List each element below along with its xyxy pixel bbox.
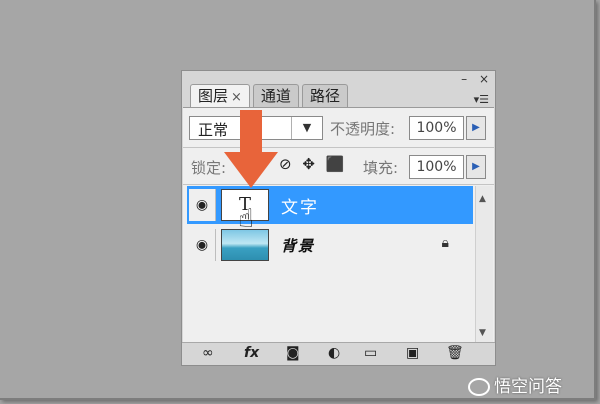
opacity-input[interactable]: 100% <box>409 116 464 140</box>
opacity-slider-button[interactable]: ▶ <box>466 116 486 140</box>
folder-icon[interactable]: ▭ <box>364 345 377 361</box>
link-icon[interactable]: ∞ <box>202 345 214 361</box>
lock-icons: ⊘ ✥ ⬛ <box>279 155 350 173</box>
watermark-text: 悟空问答 <box>494 377 562 397</box>
fill-input[interactable]: 100% <box>409 155 464 179</box>
watermark: 悟空问答 <box>468 372 562 397</box>
panel-content: 正常 ▼ 不透明度: 100% ▶ 锁定: ⊘ ✥ ⬛ 填充: 100% ▶ ◉… <box>183 107 494 365</box>
divider <box>183 147 494 148</box>
opacity-label: 不透明度: <box>330 120 396 138</box>
tab-paths[interactable]: 路径 <box>301 84 348 107</box>
blend-mode-value: 正常 <box>198 121 229 139</box>
layer-name[interactable]: 文字 <box>281 193 319 218</box>
tab-paths-label: 路径 <box>309 87 340 105</box>
new-layer-icon[interactable]: ▣ <box>406 345 419 361</box>
fill-label: 填充: <box>363 159 399 177</box>
chevron-down-icon: ▼ <box>291 117 322 139</box>
blend-row: 正常 ▼ 不透明度: 100% ▶ <box>189 116 488 142</box>
eye-icon[interactable]: ◉ <box>189 189 216 221</box>
window-buttons: – × <box>453 72 489 86</box>
layers-panel: – × 图层 × 通道 路径 ▾☰ 正常 ▼ 不透明度: 100% ▶ 锁定: ⊘… <box>181 70 496 366</box>
tab-channels[interactable]: 通道 <box>252 84 299 107</box>
tab-layers-label: 图层 <box>198 87 229 105</box>
adjustment-icon[interactable]: ◐ <box>328 345 340 361</box>
layers-list: ◉ T 文字 ◉ 背景 🔒︎ <box>187 186 473 344</box>
lock-icon: 🔒︎ <box>441 235 449 251</box>
panel-tabs: 图层 × 通道 路径 <box>190 84 351 108</box>
layer-row-background[interactable]: ◉ 背景 🔒︎ <box>187 226 473 264</box>
layers-scrollbar[interactable]: ▲ ▼ <box>475 186 493 344</box>
mask-icon[interactable]: ◙ <box>286 345 300 361</box>
tab-close-icon[interactable]: × <box>231 90 242 105</box>
eye-icon[interactable]: ◉ <box>189 229 216 261</box>
scroll-down-icon[interactable]: ▼ <box>479 328 486 338</box>
annotation-arrow-shaft <box>240 110 262 156</box>
lock-pixels-icon[interactable]: ⊘ <box>279 155 292 173</box>
layer-row-text[interactable]: ◉ T 文字 <box>187 186 473 224</box>
panel-menu-icon[interactable]: ▾☰ <box>474 93 489 106</box>
tab-layers[interactable]: 图层 × <box>190 84 250 108</box>
annotation-arrow-head <box>224 152 278 188</box>
minimize-button[interactable]: – <box>461 72 467 86</box>
layer-name[interactable]: 背景 <box>281 235 315 256</box>
watermark-logo-icon <box>468 378 490 396</box>
trash-icon[interactable]: 🗑︎ <box>446 345 464 361</box>
lock-label: 锁定: <box>191 159 227 177</box>
scroll-up-icon[interactable]: ▲ <box>479 194 486 204</box>
fill-slider-button[interactable]: ▶ <box>466 155 486 179</box>
fx-icon[interactable]: fx <box>244 345 259 361</box>
lock-position-icon[interactable]: ✥ <box>302 155 315 173</box>
panel-bottom-bar: ∞ fx ◙ ◐ ▭ ▣ 🗑︎ <box>182 342 495 365</box>
tab-channels-label: 通道 <box>260 87 291 105</box>
close-button[interactable]: × <box>479 72 489 86</box>
hand-cursor-icon: ☝ <box>238 204 254 234</box>
lock-all-icon[interactable]: ⬛ <box>326 155 345 173</box>
